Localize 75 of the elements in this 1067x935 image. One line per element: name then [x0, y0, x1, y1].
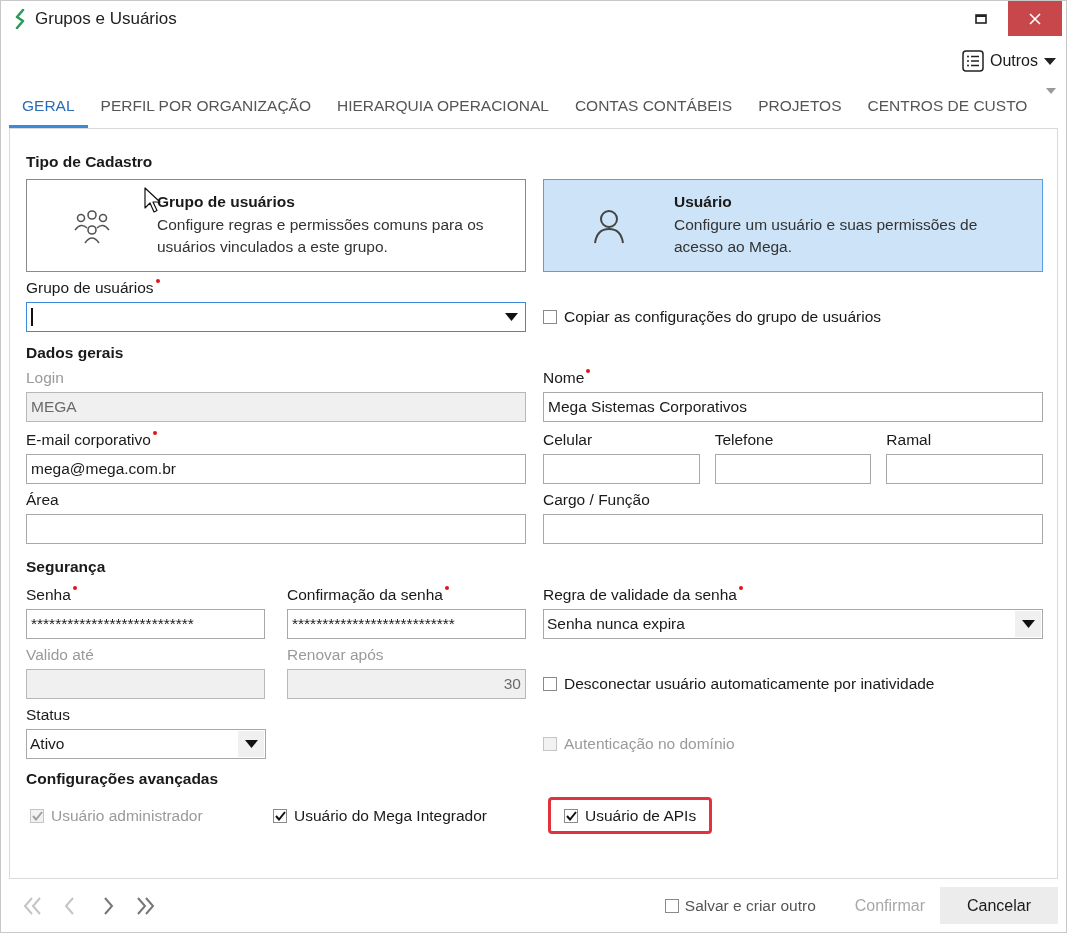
- double-chevron-right-icon: [136, 895, 156, 916]
- checkmark-icon: [565, 810, 577, 821]
- field-label: Status: [26, 705, 70, 725]
- input-field[interactable]: ***************************: [26, 609, 265, 639]
- checkbox-label: Usuário de APIs: [585, 806, 697, 825]
- input-field[interactable]: [543, 454, 700, 484]
- field-label: Celular: [543, 430, 593, 450]
- tab[interactable]: PROJETOS: [745, 88, 855, 128]
- checkbox-label: Copiar as configurações do grupo de usuários: [564, 308, 882, 326]
- window-title: Grupos e Usuários: [35, 8, 177, 29]
- app-logo-icon: [13, 8, 27, 29]
- field-label: Telefone: [714, 430, 774, 450]
- section-title: Segurança: [26, 557, 107, 577]
- dropdown-arrow-icon: [244, 740, 258, 748]
- tab[interactable]: GERAL: [9, 88, 88, 128]
- field-label: Regra de validade da senha: [543, 585, 743, 605]
- section-title: Dados gerais: [26, 343, 125, 363]
- input-field[interactable]: [543, 514, 1043, 544]
- list-icon: [962, 50, 984, 72]
- input-field[interactable]: mega@mega.com.br: [26, 454, 526, 484]
- maximize-icon: [975, 13, 987, 24]
- input-field[interactable]: Mega Sistemas Corporativos: [543, 392, 1043, 422]
- card-title: Usuário: [674, 193, 733, 211]
- field-label: Valido até: [26, 645, 94, 665]
- input-field[interactable]: [714, 454, 872, 484]
- field-label: Senha: [26, 585, 77, 605]
- input-field[interactable]: [26, 514, 526, 544]
- checkbox-label: Salvar e criar outro: [684, 896, 816, 915]
- dropdown-arrow-icon: [504, 313, 518, 321]
- tab[interactable]: CONTAS CONTÁBEIS: [561, 88, 746, 128]
- checkbox-label: Usuário administrador: [51, 806, 203, 825]
- checkmark-icon: [274, 810, 286, 821]
- cancel-button[interactable]: Cancelar: [940, 887, 1058, 924]
- field-label: Renovar após: [287, 645, 384, 665]
- checkmark-icon: [31, 810, 43, 821]
- caret-icon: [1044, 57, 1056, 65]
- checkbox[interactable]: [564, 808, 578, 823]
- close-icon: [1029, 12, 1041, 25]
- dropdown-field[interactable]: [26, 302, 526, 332]
- input-field[interactable]: [886, 454, 1043, 484]
- group-icon: [72, 207, 112, 244]
- dropdown-field[interactable]: Ativo: [26, 729, 266, 759]
- others-menu-button[interactable]: Outros: [962, 48, 1056, 74]
- field-label: Confirmação da senha: [287, 585, 449, 605]
- checkbox-label: Desconectar usuário automaticamente por inatividade: [564, 675, 935, 693]
- tab[interactable]: HIERARQUIA OPERACIONAL: [324, 88, 562, 128]
- option-card[interactable]: Usuário Configure um usuário e suas permissões de acesso ao Mega.: [543, 179, 1043, 272]
- section-title: Configurações avançadas: [26, 769, 220, 789]
- checkbox[interactable]: [543, 310, 557, 324]
- tab-overflow-icon: [1046, 88, 1056, 94]
- dropdown-arrow-icon: [1021, 620, 1035, 628]
- checkbox-label: Autenticação no domínio: [564, 735, 735, 753]
- field-label: Cargo / Função: [543, 490, 650, 510]
- text-cursor-icon: [31, 308, 33, 326]
- field-label: Grupo de usuários: [26, 278, 160, 298]
- field-label: Ramal: [886, 430, 932, 450]
- field-label: Login: [26, 368, 64, 388]
- checkbox[interactable]: [273, 808, 287, 823]
- dropdown-field[interactable]: Senha nunca expira: [543, 609, 1043, 639]
- double-chevron-left-icon: [22, 895, 42, 916]
- card-description: Configure um usuário e suas permissões de acesso ao Mega.: [674, 215, 979, 257]
- field-label: Área: [26, 490, 59, 510]
- section-title: Tipo de Cadastro: [26, 152, 154, 172]
- field-label: E-mail corporativo: [26, 430, 157, 450]
- checkbox[interactable]: [664, 898, 679, 913]
- card-title: Grupo de usuários: [157, 193, 296, 211]
- card-description: Configure regras e permissões comuns para os usuários vinculados a este grupo.: [157, 215, 485, 257]
- person-icon: [592, 207, 626, 244]
- checkbox[interactable]: [543, 677, 557, 691]
- option-card[interactable]: Grupo de usuários Configure regras e permissões comuns para os usuários vinculados a este grupo.: [26, 179, 526, 272]
- tab[interactable]: CENTROS DE CUSTO: [854, 88, 1041, 128]
- checkbox-label: Usuário do Mega Integrador: [294, 806, 487, 825]
- field-label: Nome: [543, 368, 591, 388]
- tab[interactable]: PERFIL POR ORGANIZAÇÃO: [87, 88, 324, 128]
- input-field[interactable]: ***************************: [287, 609, 526, 639]
